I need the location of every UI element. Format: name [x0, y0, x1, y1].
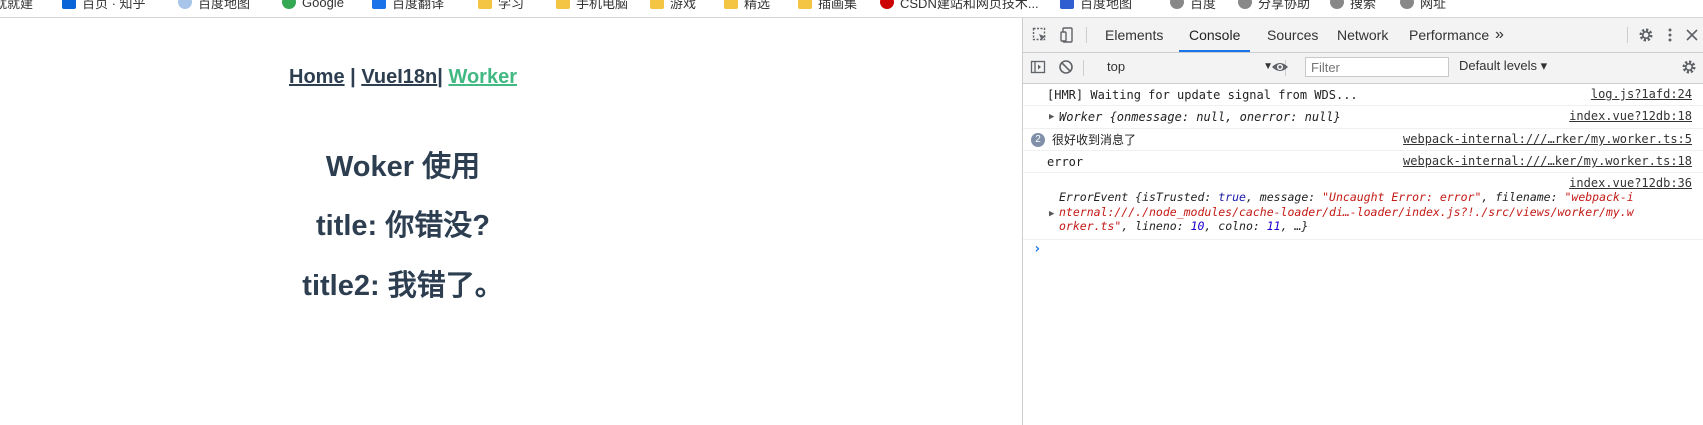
nav-link-worker[interactable]: Worker	[448, 66, 517, 88]
divider	[1627, 27, 1628, 43]
translate-icon	[372, 0, 386, 9]
folder-icon	[724, 0, 738, 9]
settings-gear-icon[interactable]	[1635, 24, 1657, 46]
bookmark-item[interactable]: 就就建	[0, 0, 33, 12]
console-prompt[interactable]: ›	[1023, 240, 1703, 262]
bookmark-item[interactable]: 百度地图	[178, 0, 250, 12]
globe-icon	[1238, 0, 1252, 9]
folder-icon	[478, 0, 492, 9]
page-heading: Woker 使用	[325, 151, 481, 183]
folder-icon	[798, 0, 812, 9]
source-link[interactable]: webpack-internal:///…ker/my.worker.ts:18	[1403, 154, 1692, 168]
tab-elements[interactable]: Elements	[1095, 18, 1173, 52]
bookmark-item[interactable]: 精选	[724, 0, 770, 12]
devtools-panel: Elements Console Sources Network Perform…	[1022, 18, 1703, 425]
expand-triangle-icon[interactable]: ▶	[1049, 112, 1054, 122]
close-icon[interactable]	[1681, 24, 1703, 46]
bookmarks-bar: 就就建 百页 · 知乎 百度地图 Google 百度翻译 学习 手机电脑 游戏 …	[0, 0, 1703, 18]
source-link[interactable]: log.js?1afd:24	[1591, 87, 1692, 101]
bookmark-item[interactable]: Google	[282, 0, 344, 12]
console-message[interactable]: index.vue?12db:36 ▶ ErrorEvent {isTruste…	[1023, 173, 1703, 240]
divider	[1086, 27, 1087, 43]
source-link[interactable]: index.vue?12db:18	[1569, 109, 1692, 123]
folder-icon	[650, 0, 664, 9]
console-messages: [HMR] Waiting for update signal from WDS…	[1023, 84, 1703, 262]
bookmark-item[interactable]: 手机电脑	[556, 0, 628, 12]
console-message: error webpack-internal:///…ker/my.worker…	[1023, 151, 1703, 173]
bookmark-item[interactable]: 百度	[1170, 0, 1216, 12]
prompt-caret-icon: ›	[1033, 241, 1042, 257]
divider	[1083, 60, 1084, 76]
bookmark-label: 就就建	[0, 0, 34, 11]
bookmark-item[interactable]: 网址	[1400, 0, 1446, 12]
title-text: title: 你错没?	[316, 210, 490, 242]
console-filter-input[interactable]	[1305, 57, 1449, 77]
google-icon	[282, 0, 296, 9]
live-expression-eye-icon[interactable]	[1269, 56, 1291, 78]
bookmark-item[interactable]: CSDN建站和网页技术...	[880, 0, 1039, 12]
nav-link-vuei18n[interactable]: VueI18n	[361, 66, 437, 88]
title2-text: title2: 我错了。	[302, 270, 504, 302]
bookmark-label: 百度	[1190, 0, 1217, 11]
console-message: [HMR] Waiting for update signal from WDS…	[1023, 84, 1703, 106]
globe-icon	[1170, 0, 1184, 9]
tab-console[interactable]: Console	[1179, 18, 1251, 52]
folder-icon	[556, 0, 570, 9]
tab-sources[interactable]: Sources	[1257, 18, 1328, 52]
bookmark-label: 百度翻译	[392, 0, 445, 11]
kebab-menu-icon[interactable]	[1659, 24, 1681, 46]
map-icon	[1060, 0, 1074, 9]
globe-icon	[1400, 0, 1414, 9]
bookmark-label: 插画集	[818, 0, 858, 11]
source-link[interactable]: webpack-internal:///…rker/my.worker.ts:5	[1403, 132, 1692, 146]
csdn-icon	[880, 0, 894, 9]
sidebar-toggle-icon[interactable]	[1027, 56, 1049, 78]
bookmark-item[interactable]: 学习	[478, 0, 524, 12]
bookmark-label: 精选	[744, 0, 771, 11]
clear-console-icon[interactable]	[1055, 56, 1077, 78]
device-toolbar-icon[interactable]	[1057, 24, 1079, 46]
bookmark-label: 百页 · 知乎	[82, 0, 146, 11]
bookmark-label: 百度地图	[1080, 0, 1133, 11]
globe-icon	[1330, 0, 1344, 9]
page-viewport: Home | VueI18n| Worker Woker 使用 title: 你…	[0, 18, 1022, 425]
zhihu-icon	[62, 0, 76, 9]
bookmark-label: 游戏	[670, 0, 697, 11]
bookmark-item[interactable]: 百度地图	[1060, 0, 1132, 12]
bookmark-item[interactable]: 游戏	[650, 0, 696, 12]
console-message[interactable]: ▶ Worker {onmessage: null, onerror: null…	[1023, 106, 1703, 129]
bookmark-label: CSDN建站和网页技术...	[900, 0, 1039, 11]
bookmark-item[interactable]: 百页 · 知乎	[62, 0, 146, 12]
inspect-element-icon[interactable]	[1029, 24, 1051, 46]
devtools-tab-bar: Elements Console Sources Network Perform…	[1023, 18, 1703, 53]
bookmark-label: 分享协助	[1258, 0, 1311, 11]
bookmark-label: 百度地图	[198, 0, 251, 11]
console-message: 2 很好收到消息了 webpack-internal:///…rker/my.w…	[1023, 129, 1703, 151]
nav-separator: |	[437, 66, 449, 88]
nav-link-home[interactable]: Home	[289, 66, 345, 88]
bookmark-label: 学习	[498, 0, 525, 11]
log-levels-dropdown[interactable]: Default levels ▾	[1459, 58, 1547, 74]
bookmark-label: Google	[302, 0, 344, 10]
repeat-count-badge: 2	[1031, 133, 1045, 147]
source-link[interactable]: index.vue?12db:36	[1569, 176, 1692, 190]
tab-network[interactable]: Network	[1327, 18, 1398, 52]
bookmark-item[interactable]: 分享协助	[1238, 0, 1310, 12]
bookmark-label: 手机电脑	[576, 0, 629, 11]
more-tabs-button[interactable]: »	[1485, 18, 1514, 52]
expand-triangle-icon[interactable]: ▶	[1049, 209, 1054, 219]
context-selector[interactable]: top ▼	[1107, 57, 1277, 77]
bookmark-item[interactable]: 搜索	[1330, 0, 1376, 12]
nav-separator: |	[344, 66, 362, 88]
bookmark-item[interactable]: 百度翻译	[372, 0, 444, 12]
bookmark-label: 搜索	[1350, 0, 1377, 11]
bookmark-item[interactable]: 插画集	[798, 0, 857, 12]
context-value: top	[1107, 59, 1126, 74]
console-toolbar: top ▼ Default levels ▾	[1023, 53, 1703, 84]
console-settings-gear-icon[interactable]	[1678, 56, 1700, 78]
map-icon	[178, 0, 192, 9]
bookmark-label: 网址	[1420, 0, 1447, 11]
top-nav: Home | VueI18n| Worker	[0, 66, 806, 89]
